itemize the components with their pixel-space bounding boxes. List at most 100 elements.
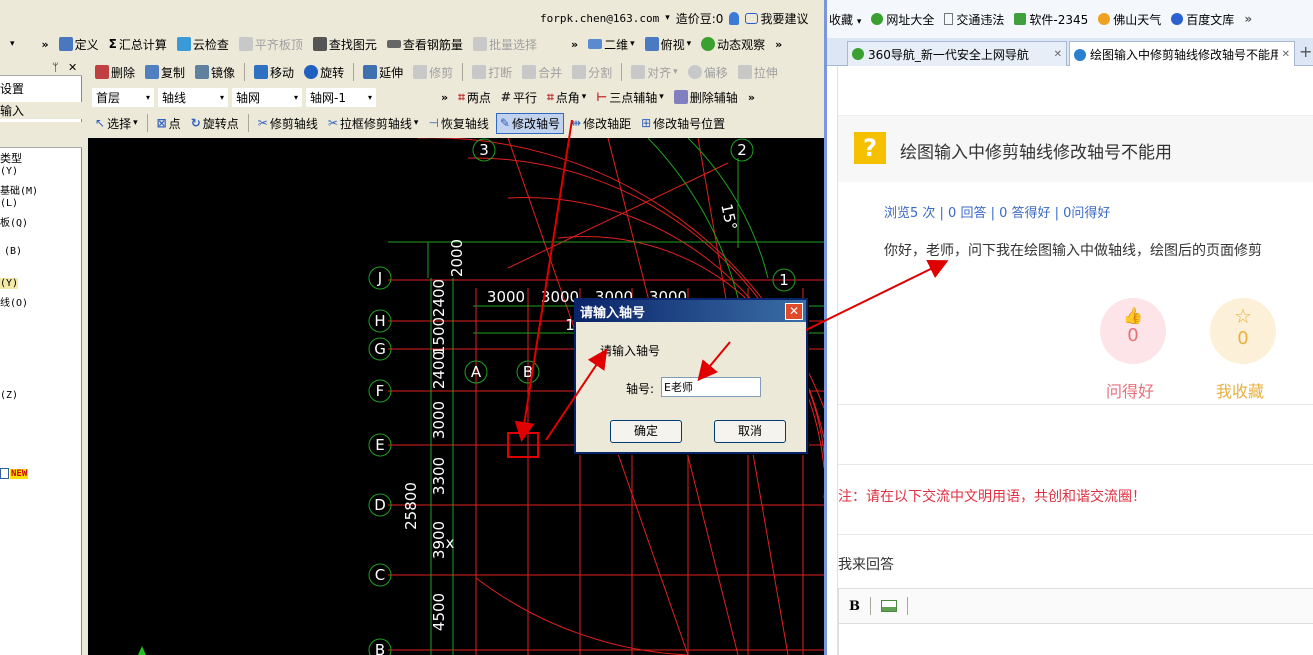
- point-angle-button[interactable]: ⌗ 点角 ▾: [544, 88, 589, 107]
- suggest-link[interactable]: 我要建议: [745, 10, 808, 27]
- divider: [838, 404, 1313, 405]
- page-icon: [944, 13, 954, 25]
- bookmark-software[interactable]: 软件-2345: [1014, 11, 1088, 28]
- element-type-select[interactable]: 轴线 ▾: [158, 87, 228, 107]
- tree-item[interactable]: (Z): [0, 390, 18, 401]
- offset-button[interactable]: 偏移: [685, 63, 731, 82]
- 2d-view-button[interactable]: 二维 ▾: [585, 35, 638, 54]
- parallel-button[interactable]: # 平行: [498, 88, 540, 107]
- copy-button[interactable]: 复制: [142, 63, 188, 82]
- two-point-button[interactable]: ⌗ 两点: [455, 88, 494, 107]
- ok-button[interactable]: 确定: [610, 420, 682, 443]
- find-element-button[interactable]: 查找图元: [310, 35, 380, 54]
- tree-item[interactable]: 线(O): [0, 294, 28, 309]
- tree-item[interactable]: (L): [0, 198, 18, 209]
- dim-vert-2400a: 2400: [430, 279, 448, 317]
- toolbar-chevron[interactable]: »: [772, 38, 785, 51]
- dropdown-arrow-icon[interactable]: ▾: [10, 39, 15, 49]
- tree-item[interactable]: 基础(M): [0, 182, 38, 197]
- view2d-icon: [588, 39, 603, 49]
- bookmark-more[interactable]: »: [1244, 12, 1252, 26]
- axis-label-d: D: [374, 496, 386, 514]
- bookmark-baidu[interactable]: 百度文库: [1171, 11, 1234, 28]
- top-view-button[interactable]: 俯视 ▾: [642, 35, 695, 54]
- panel-setting[interactable]: 设置: [0, 80, 24, 97]
- split-icon: [572, 65, 587, 79]
- separator: [621, 63, 623, 81]
- floor-select[interactable]: 首层 ▾: [92, 87, 154, 107]
- tree-item-selected[interactable]: (Y): [0, 278, 19, 289]
- delete-button[interactable]: 删除: [92, 63, 138, 82]
- mirror-button[interactable]: 镜像: [192, 63, 238, 82]
- close-icon[interactable]: ✕: [68, 61, 77, 74]
- image-insert-icon[interactable]: [881, 600, 897, 612]
- tree-item[interactable]: (Y): [0, 166, 18, 177]
- stretch-button[interactable]: 拉伸: [735, 63, 781, 82]
- dropdown-arrow-icon[interactable]: ▾: [665, 13, 670, 23]
- stretch-icon: [737, 65, 752, 79]
- user-email[interactable]: forpk.chen@163.com: [540, 12, 659, 25]
- dim-vert-3300: 3300: [430, 457, 448, 495]
- favorite-button[interactable]: ☆ 0: [1210, 298, 1276, 364]
- merge-button[interactable]: 合并: [519, 63, 565, 82]
- bookmark-traffic[interactable]: 交通违法: [944, 11, 1004, 28]
- bookmark-weather[interactable]: 佛山天气: [1098, 11, 1161, 28]
- align-top-button[interactable]: 平齐板顶: [236, 35, 306, 54]
- tree-item-type[interactable]: 类型: [0, 150, 22, 166]
- three-point-aux-button[interactable]: ⊢ 三点辅轴 ▾: [593, 88, 667, 107]
- extend-button[interactable]: 延伸: [360, 63, 406, 82]
- tab-360-nav[interactable]: 360导航_新一代安全上网导航 ✕: [847, 41, 1067, 66]
- align-button[interactable]: 对齐 ▾: [628, 63, 681, 82]
- page-content: ? 绘图输入中修剪轴线修改轴号不能用 浏览5 次 | 0 回答 | 0 答得好 …: [837, 66, 1313, 655]
- cancel-button[interactable]: 取消: [714, 420, 786, 443]
- move-button[interactable]: 移动: [251, 63, 297, 82]
- split-button[interactable]: 分割: [569, 63, 615, 82]
- define-button[interactable]: 定义: [56, 35, 102, 54]
- toolbar-chevron[interactable]: »: [745, 91, 758, 104]
- axis-label-c: C: [375, 566, 385, 584]
- tab-question[interactable]: 绘图输入中修剪轴线修改轴号不能用 ✕: [1069, 41, 1295, 67]
- tree-item[interactable]: (B): [4, 246, 22, 257]
- toolbar-chevron[interactable]: »: [39, 38, 52, 51]
- select-button[interactable]: ↖ 选择 ▾: [92, 114, 141, 133]
- rotate-point-button[interactable]: ↻ 旋转点: [188, 114, 242, 133]
- axis-number-input[interactable]: [661, 377, 761, 397]
- grid-name-select[interactable]: 轴网-1 ▾: [306, 87, 376, 107]
- delete-aux-button[interactable]: 删除辅轴: [671, 88, 741, 107]
- modify-axis-distance-button[interactable]: ⇹ 修改轴距: [568, 114, 634, 133]
- panel-input[interactable]: 输入: [0, 102, 82, 119]
- element-sub-select[interactable]: 轴网 ▾: [232, 87, 302, 107]
- modify-axis-position-button[interactable]: ⊞ 修改轴号位置: [638, 114, 728, 133]
- tree-item-new[interactable]: NEW: [0, 468, 29, 479]
- modify-axis-number-button[interactable]: ✎ 修改轴号: [495, 112, 564, 134]
- trim-axis-button[interactable]: ✂ 修剪轴线: [255, 114, 321, 133]
- separator: [146, 114, 148, 132]
- dynamic-view-button[interactable]: 动态观察: [698, 35, 768, 54]
- bold-button[interactable]: B: [849, 599, 860, 614]
- tab-close-icon[interactable]: ✕: [1282, 49, 1290, 60]
- trim-button[interactable]: 修剪: [410, 63, 456, 82]
- break-button[interactable]: 打断: [469, 63, 515, 82]
- question-stats[interactable]: 浏览5 次 | 0 回答 | 0 答得好 | 0问得好: [884, 202, 1110, 221]
- toolbar-chevron[interactable]: »: [438, 91, 451, 104]
- summary-calc-button[interactable]: Σ 汇总计算: [106, 35, 170, 54]
- like-button[interactable]: 👍 0: [1100, 298, 1166, 364]
- restore-axis-button[interactable]: ⊣ 恢复轴线: [425, 114, 491, 133]
- bookmark-favorites[interactable]: 收藏 ▾: [829, 11, 861, 28]
- rotate-button[interactable]: 旋转: [301, 63, 347, 82]
- dialog-prompt: 请输入轴号: [600, 344, 661, 358]
- answer-textarea[interactable]: [838, 624, 1313, 655]
- cloud-check-button[interactable]: 云检查: [174, 35, 232, 54]
- batch-select-button[interactable]: 批量选择: [470, 35, 540, 54]
- point-button[interactable]: ⊠ 点: [154, 114, 184, 133]
- tree-item[interactable]: 板(Q): [0, 214, 28, 229]
- view-rebar-button[interactable]: 查看钢筋量: [384, 35, 466, 54]
- new-tab-button[interactable]: +: [1299, 42, 1312, 61]
- pin-icon[interactable]: ᛘ: [52, 61, 59, 74]
- toolbar-chevron[interactable]: »: [568, 38, 581, 51]
- dialog-close-button[interactable]: ✕: [785, 303, 803, 320]
- bookmark-site-nav[interactable]: 网址大全: [871, 11, 934, 28]
- box-trim-axis-button[interactable]: ✂ 拉框修剪轴线 ▾: [325, 114, 422, 133]
- bell-icon[interactable]: [729, 11, 740, 25]
- tab-close-icon[interactable]: ✕: [1054, 49, 1062, 60]
